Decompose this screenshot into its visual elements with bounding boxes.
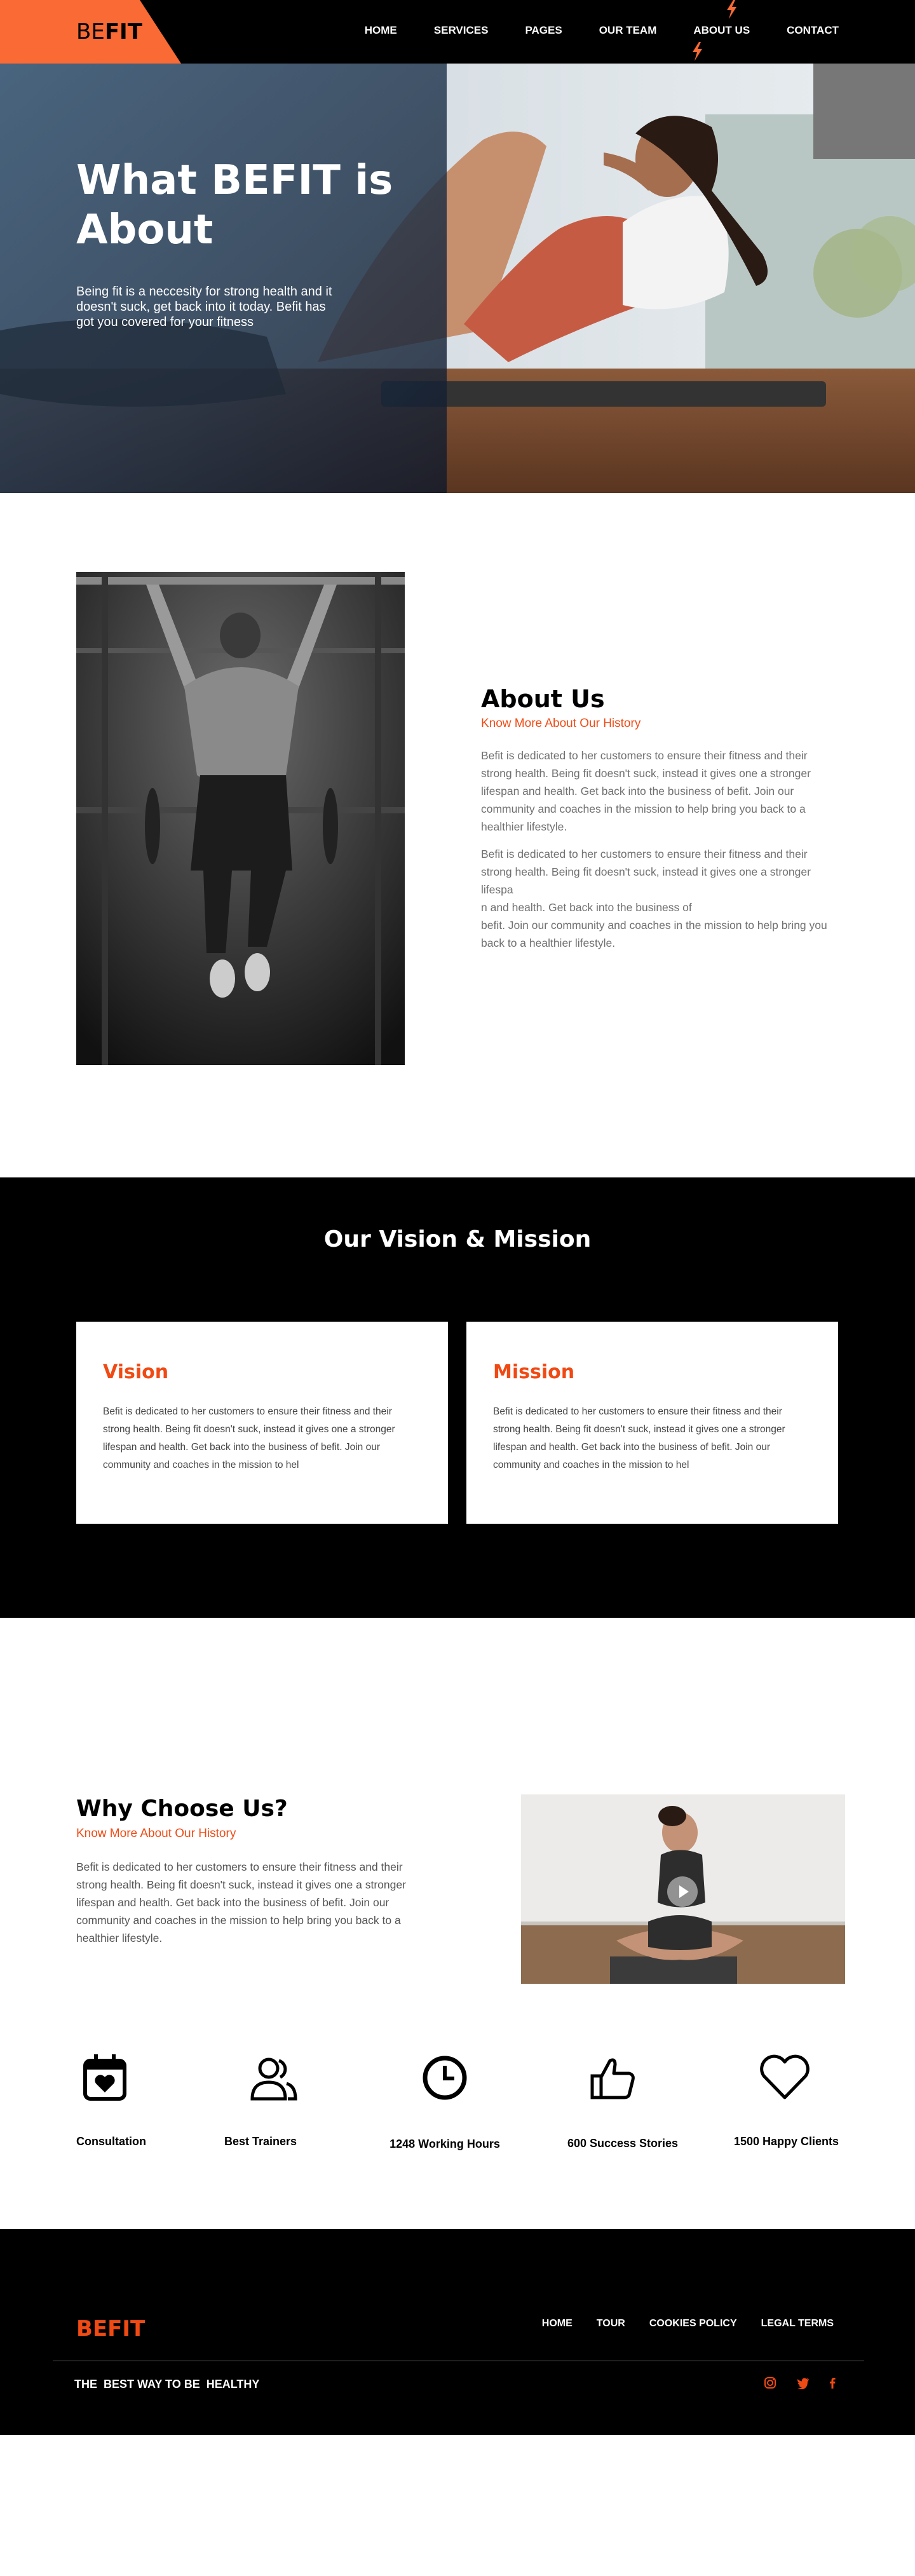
feature-label: 600 Success Stories — [567, 2137, 679, 2150]
vision-card: Vision Befit is dedicated to her custome… — [76, 1322, 448, 1524]
facebook-icon[interactable] — [826, 2376, 839, 2389]
vision-card-text: Befit is dedicated to her customers to e… — [103, 1406, 395, 1470]
footer-link-cookies-policy[interactable]: COOKIES POLICY — [649, 2318, 737, 2329]
why-subtitle: Know More About Our History — [76, 1827, 236, 1840]
hero-image — [0, 64, 915, 493]
instagram-icon[interactable] — [764, 2376, 776, 2389]
calendar-heart-icon — [76, 2049, 133, 2106]
heart-icon — [756, 2049, 813, 2106]
hero-title: What BEFIT is About — [76, 157, 393, 254]
about-paragraph-1: Befit is dedicated to her customers to e… — [481, 749, 811, 833]
about-paragraph-2: Befit is dedicated to her customers to e… — [481, 848, 827, 949]
vision-card-title: Vision — [103, 1361, 169, 1383]
about-subtitle: Know More About Our History — [481, 717, 641, 730]
why-text: Befit is dedicated to her customers to e… — [76, 1861, 406, 1944]
about-title: About Us — [481, 685, 605, 713]
top-navbar: BEFIT HOME SERVICES PAGES OUR TEAM ABOUT… — [0, 0, 915, 64]
thumbs-up-icon — [585, 2049, 642, 2106]
lightning-bolt-icon — [724, 0, 738, 19]
logo-fit: FIT — [104, 19, 142, 44]
footer-link-home[interactable]: HOME — [542, 2318, 573, 2329]
mission-card-title: Mission — [493, 1361, 575, 1383]
play-button[interactable] — [667, 1876, 698, 1907]
footer-link-tour[interactable]: TOUR — [597, 2318, 625, 2329]
clock-icon — [416, 2049, 473, 2106]
footer-link-legal-terms[interactable]: LEGAL TERMS — [761, 2318, 834, 2329]
hero-text: Being fit is a neccesity for strong heal… — [76, 285, 332, 329]
vision-mission-title: Our Vision & Mission — [323, 1226, 592, 1252]
nav-our-team[interactable]: OUR TEAM — [599, 24, 657, 37]
nav-links: HOME SERVICES PAGES OUR TEAM ABOUT US CO… — [328, 24, 839, 37]
nav-home[interactable]: HOME — [365, 24, 397, 37]
footer-logo[interactable]: BEFIT — [76, 2316, 145, 2342]
logo[interactable]: BEFIT — [76, 19, 142, 44]
feature-label: Consultation — [76, 2135, 146, 2148]
feature-label: 1248 Working Hours — [390, 2138, 500, 2150]
page: BEFIT HOME SERVICES PAGES OUR TEAM ABOUT… — [0, 0, 915, 2576]
nav-contact[interactable]: CONTACT — [787, 24, 839, 37]
why-title: Why Choose Us? — [76, 1796, 288, 1822]
nav-pages[interactable]: PAGES — [525, 24, 562, 37]
mission-card: Mission Befit is dedicated to her custom… — [466, 1322, 838, 1524]
users-icon — [245, 2049, 302, 2106]
logo-be: BE — [76, 19, 105, 44]
hero-section: What BEFIT is About Being fit is a necce… — [0, 64, 915, 493]
feature-label: 1500 Happy Clients — [733, 2135, 839, 2148]
nav-about-us[interactable]: ABOUT US — [693, 24, 750, 37]
mission-card-text: Befit is dedicated to her customers to e… — [493, 1406, 785, 1470]
nav-services[interactable]: SERVICES — [434, 24, 489, 37]
about-image — [76, 572, 405, 1065]
twitter-icon[interactable] — [797, 2376, 810, 2390]
lightning-bolt-icon — [690, 42, 704, 61]
footer-links: HOME TOUR COOKIES POLICY LEGAL TERMS — [518, 2318, 834, 2329]
footer-tagline: THE BEST WAY TO BE HEALTHY — [74, 2378, 260, 2390]
feature-label: Best Trainers — [224, 2135, 297, 2148]
